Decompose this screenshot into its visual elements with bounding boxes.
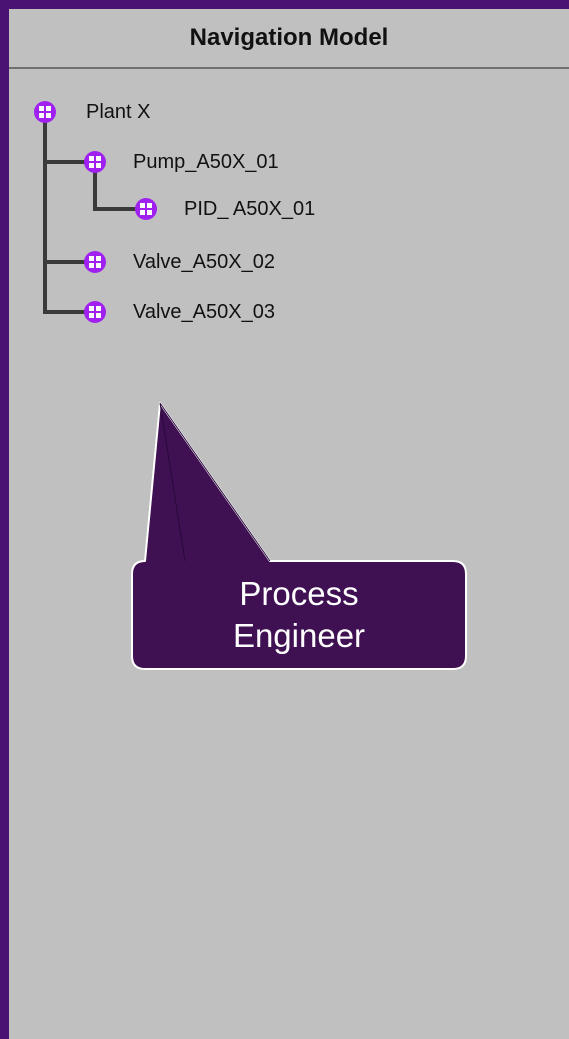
node-icon[interactable]	[84, 151, 106, 173]
callout-line-2: Engineer	[232, 617, 366, 654]
tree-node-valve-a50x-03[interactable]: Valve_A50X_03	[133, 300, 275, 324]
node-icon[interactable]	[34, 101, 56, 123]
tree-connectors	[43, 112, 146, 314]
callout-line-1: Process	[239, 575, 359, 612]
tree-node-plant-x[interactable]: Plant X	[86, 100, 150, 124]
tree-node-pump-a50x-01[interactable]: Pump_A50X_01	[133, 150, 279, 174]
tree-node-valve-a50x-02[interactable]: Valve_A50X_02	[133, 250, 275, 274]
navigation-tree	[34, 101, 467, 670]
node-icon[interactable]	[84, 251, 106, 273]
tree-node-pid-a50x-01[interactable]: PID_ A50X_01	[184, 197, 315, 221]
connector-root-trunk	[43, 112, 95, 314]
node-icon[interactable]	[84, 301, 106, 323]
callout-text: Process Engineer	[132, 561, 466, 669]
node-icon[interactable]	[135, 198, 157, 220]
